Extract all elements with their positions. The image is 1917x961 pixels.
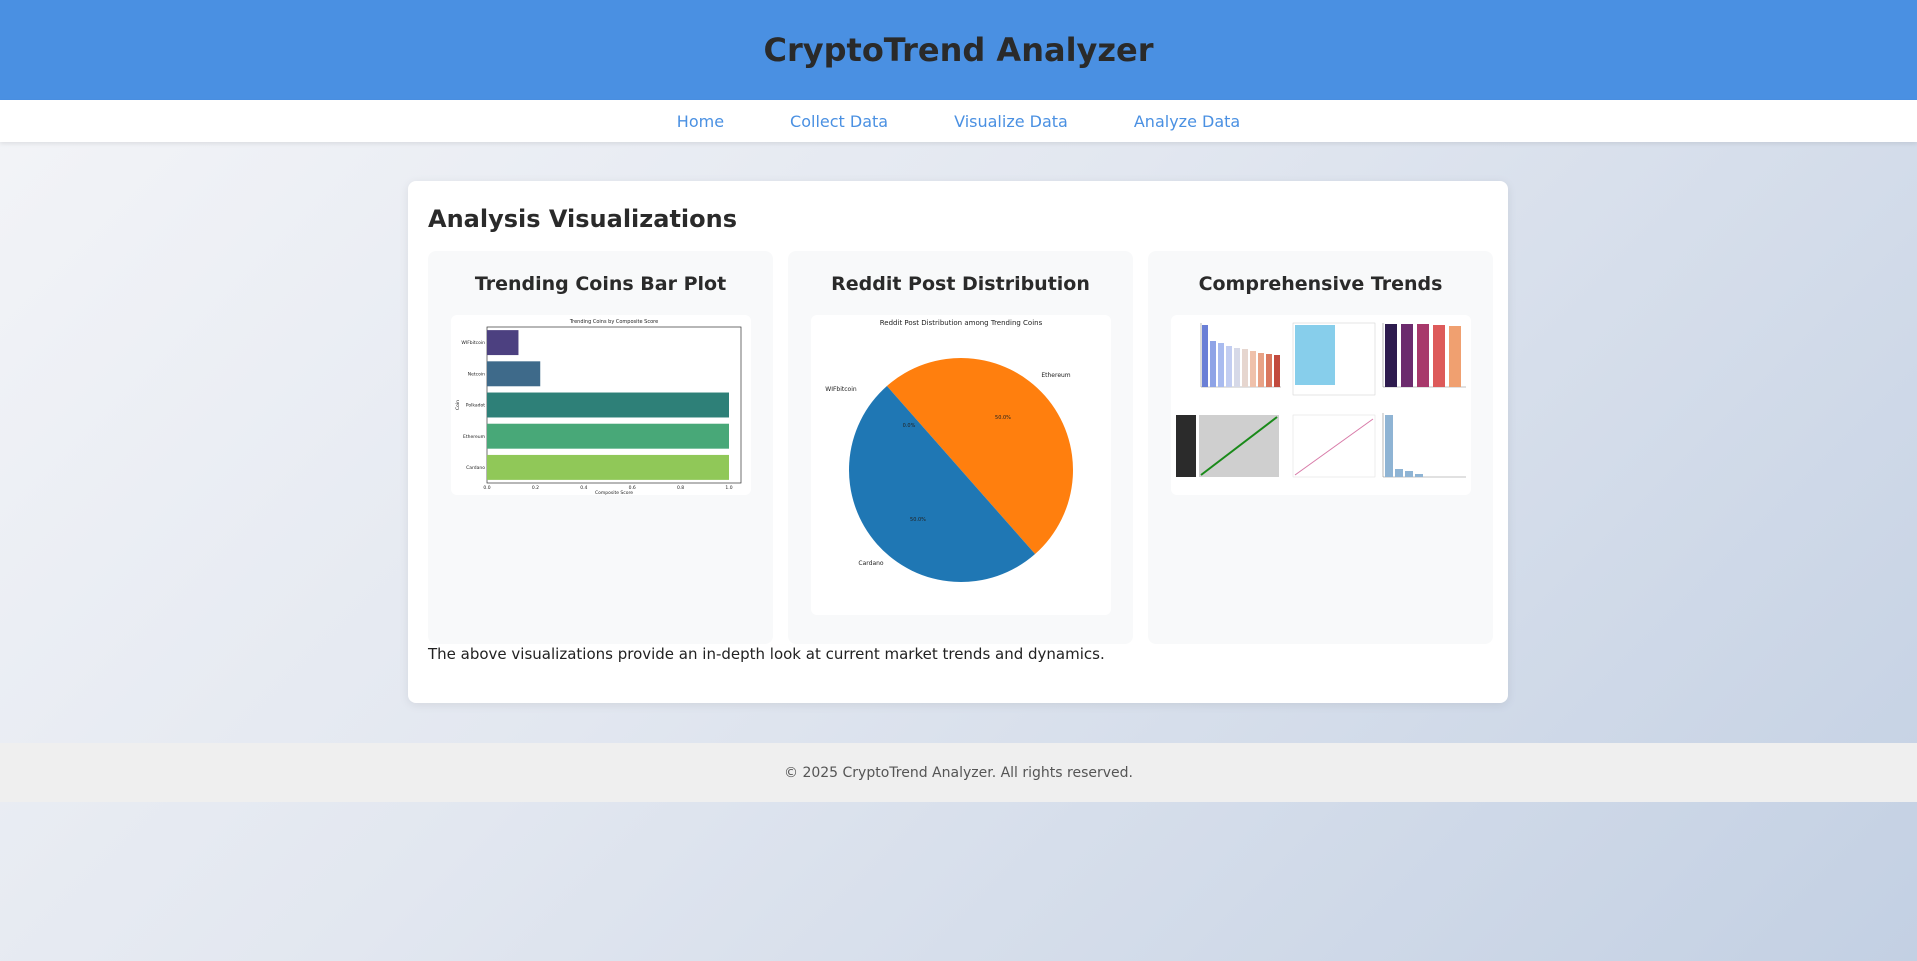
x-axis-label: Composite Score — [594, 490, 632, 495]
chart-title: Reddit Post Distribution among Trending … — [879, 319, 1042, 327]
slice-percent: 50.0% — [995, 415, 1011, 421]
x-tick-label: 1.0 — [725, 485, 732, 491]
bar-wifbitcoin — [486, 330, 518, 356]
bar-polkadot — [486, 392, 729, 418]
y-tick-label: Polkadot — [465, 403, 484, 409]
nav-link-visualize-data[interactable]: Visualize Data — [954, 112, 1068, 131]
nav-link-home[interactable]: Home — [677, 112, 724, 131]
card-title: Trending Coins Bar Plot — [474, 273, 727, 295]
page-footer: © 2025 CryptoTrend Analyzer. All rights … — [0, 743, 1917, 802]
pie-chart-image: Reddit Post Distribution among Trending … — [810, 315, 1111, 615]
pie-chart: Reddit Post Distribution among Trending … — [825, 319, 1073, 582]
y-tick-label: Cardano — [466, 465, 485, 471]
card-comprehensive-trends: Comprehensive Trends — [1148, 251, 1493, 644]
y-axis-label: Coin — [455, 400, 461, 410]
section-title: Analysis Visualizations — [428, 205, 737, 233]
nav-link-collect-data[interactable]: Collect Data — [790, 112, 888, 131]
x-tick-label: 0.0 — [483, 485, 490, 491]
analysis-panel: Analysis Visualizations Trending Coins B… — [408, 181, 1508, 703]
y-tick-label: WIFbitcoin — [461, 340, 485, 346]
slice-label: Cardano — [858, 560, 884, 567]
mini-line-panel-4 — [1175, 415, 1279, 477]
card-title: Comprehensive Trends — [1198, 273, 1443, 295]
nav-link-analyze-data[interactable]: Analyze Data — [1134, 112, 1240, 131]
bar-ethereum — [486, 423, 729, 449]
bar-chart-image: Trending Coins by Composite Score WIFbitc… — [450, 315, 751, 495]
y-tick-label: Netcoin — [467, 371, 484, 377]
x-tick-label: 0.4 — [580, 485, 587, 491]
mini-histogram-panel-6 — [1382, 413, 1466, 478]
chart-title: Trending Coins by Composite Score — [568, 319, 657, 325]
trends-dashboard-image — [1170, 315, 1471, 495]
bar-netcoin — [486, 361, 540, 387]
x-tick-label: 0.2 — [531, 485, 538, 491]
card-reddit-distribution: Reddit Post Distribution Reddit Post Dis… — [788, 251, 1133, 644]
mini-bar-panel-3 — [1382, 323, 1466, 388]
slice-percent: 0.0% — [902, 423, 915, 429]
visualization-cards: Trending Coins Bar Plot Trending Coins b… — [428, 251, 1493, 644]
analysis-description: The above visualizations provide an in-d… — [428, 645, 1105, 663]
app-title: CryptoTrend Analyzer — [763, 31, 1154, 69]
x-tick-label: 0.8 — [677, 485, 684, 491]
app-header: CryptoTrend Analyzer — [0, 0, 1917, 100]
y-tick-label: Ethereum — [463, 434, 485, 440]
slice-label: WIFbitcoin — [825, 386, 857, 393]
bar-cardano — [486, 454, 729, 480]
mini-bar-panel-1 — [1200, 323, 1281, 388]
mini-bar-panel-2 — [1292, 322, 1375, 396]
slice-percent: 50.0% — [910, 517, 926, 523]
mini-line-panel-5 — [1292, 414, 1375, 478]
card-title: Reddit Post Distribution — [831, 273, 1090, 295]
trends-dashboard — [1175, 322, 1466, 478]
slice-label: Ethereum — [1041, 372, 1070, 379]
card-trending-coins: Trending Coins Bar Plot Trending Coins b… — [428, 251, 773, 644]
top-nav: Home Collect Data Visualize Data Analyze… — [0, 100, 1917, 142]
bar-chart: Trending Coins by Composite Score WIFbitc… — [455, 319, 741, 495]
copyright-text: © 2025 CryptoTrend Analyzer. All rights … — [784, 764, 1133, 781]
